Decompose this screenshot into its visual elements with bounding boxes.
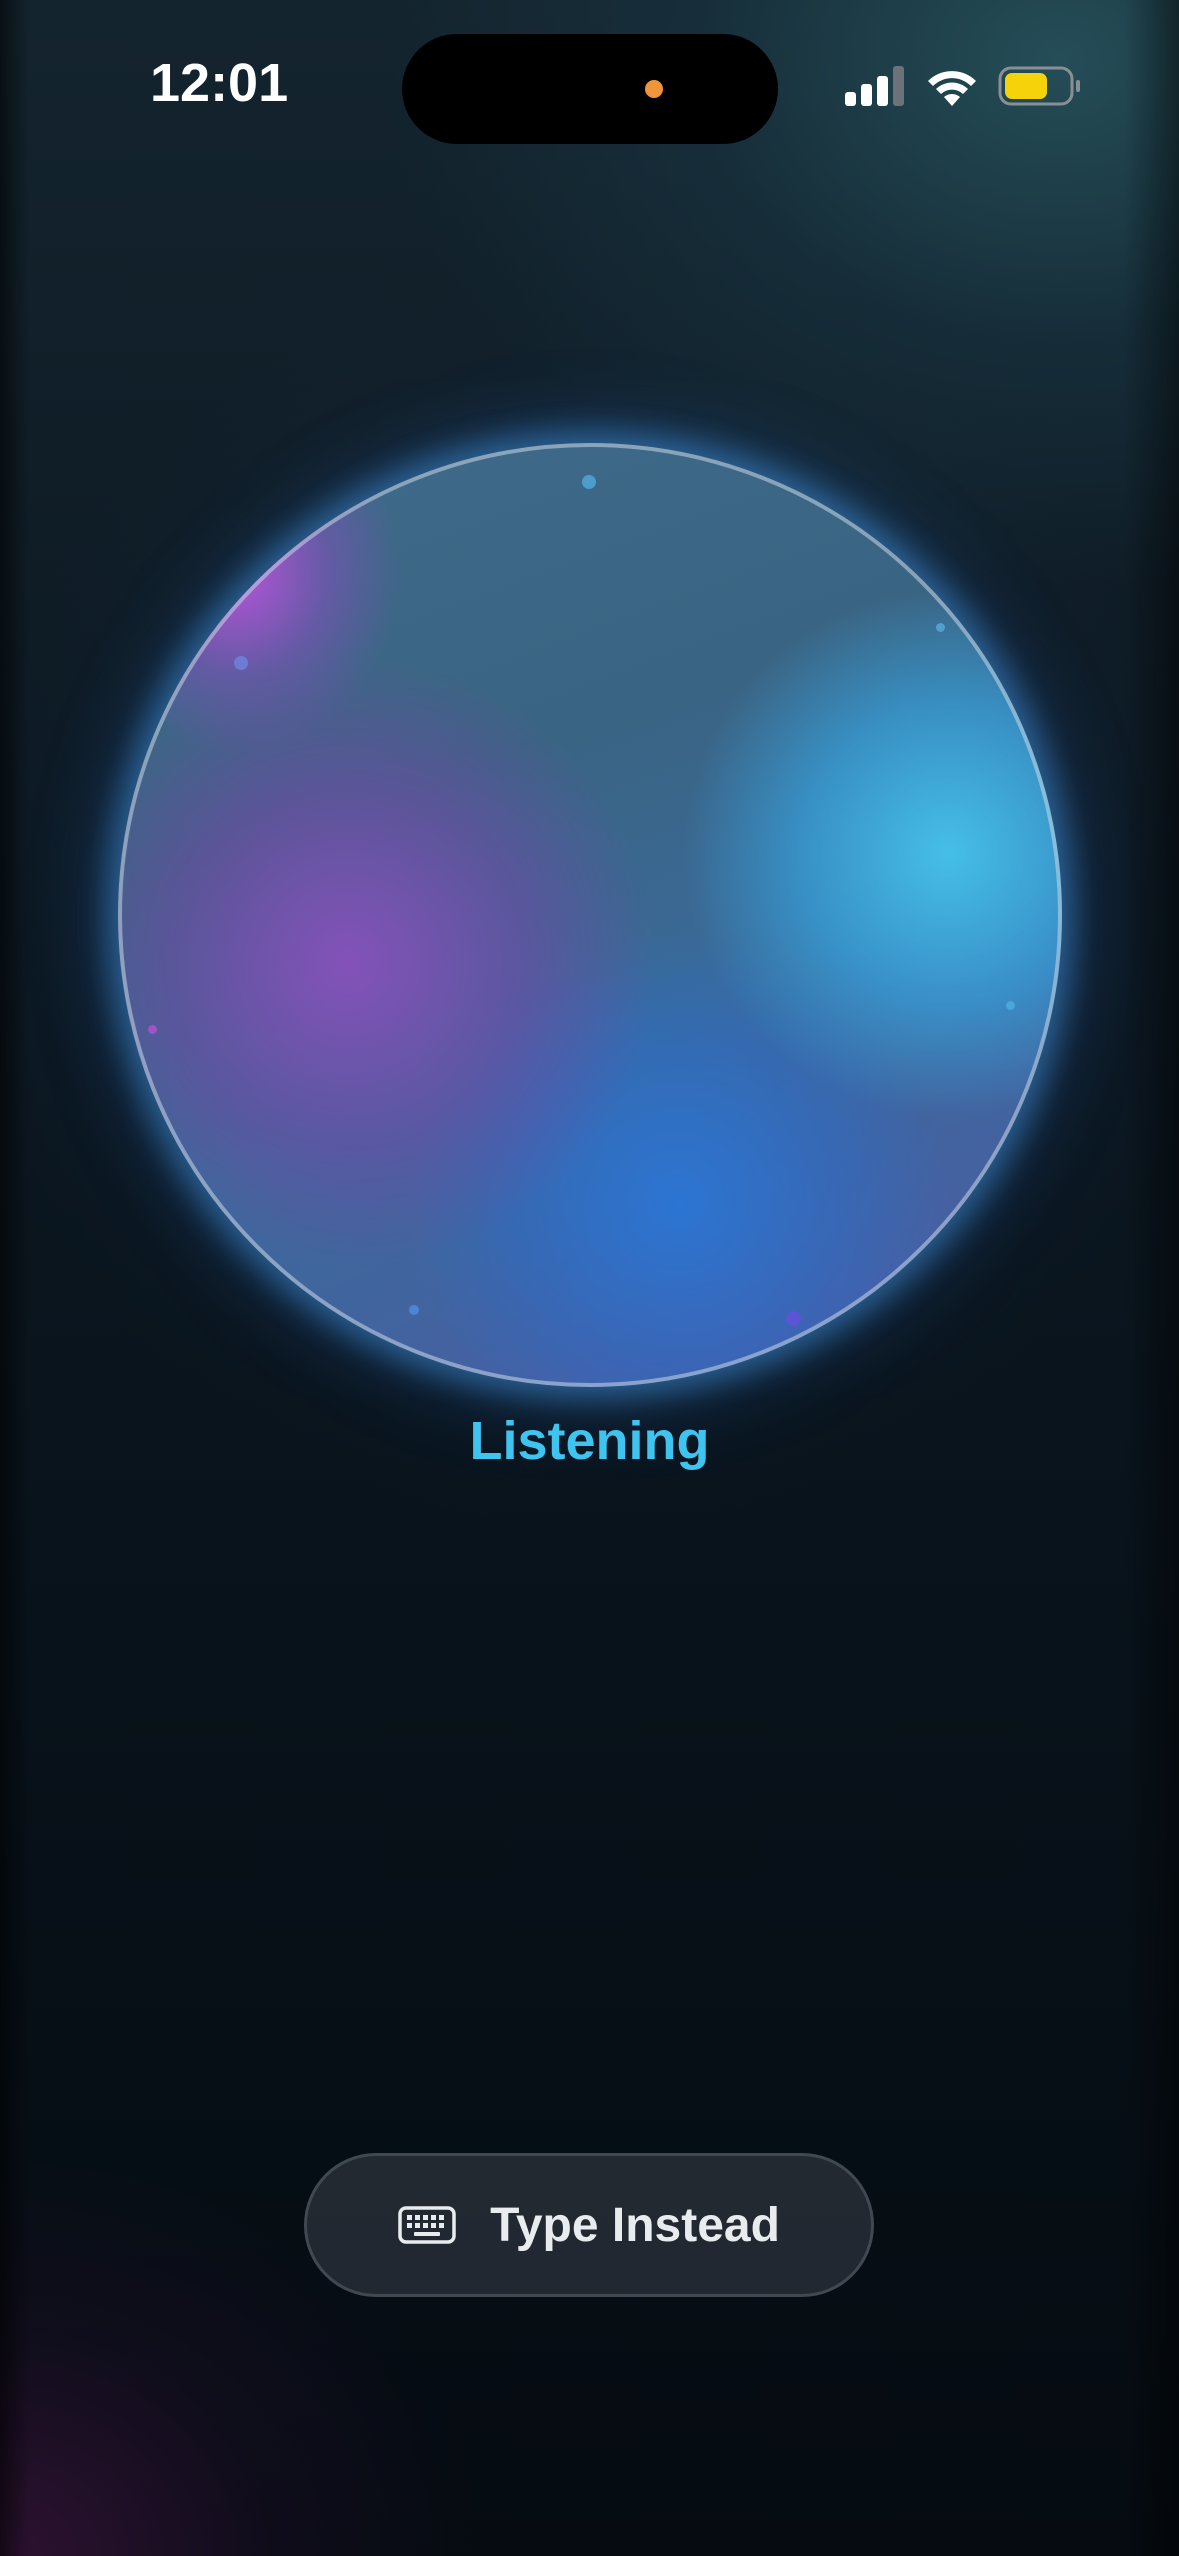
orb-rim: [118, 443, 1062, 1387]
type-instead-button[interactable]: Type Instead: [304, 2153, 874, 2297]
dynamic-island: [402, 34, 778, 144]
listening-status: Listening: [469, 1411, 710, 1471]
status-time: 12:01: [150, 53, 289, 113]
voice-assistant-screen: 12:01 Listening Type Instead: [0, 0, 1179, 2556]
cellular-signal-icon: [845, 66, 905, 106]
type-instead-label: Type Instead: [490, 2198, 780, 2252]
wifi-icon: [928, 71, 976, 106]
screen-edge-shade: [0, 0, 30, 2556]
screen-edge-shade: [1124, 0, 1179, 2556]
battery-icon: [998, 66, 1080, 106]
privacy-indicator-dot: [645, 80, 663, 98]
keyboard-icon: [398, 2206, 456, 2244]
